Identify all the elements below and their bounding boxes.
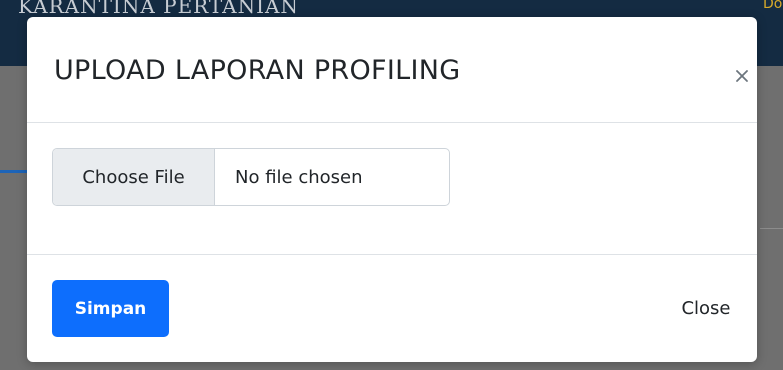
file-input[interactable]: Choose File No file chosen xyxy=(52,148,450,206)
modal-title: UPLOAD LAPORAN PROFILING xyxy=(54,55,461,86)
background-divider xyxy=(760,228,783,229)
modal-header: UPLOAD LAPORAN PROFILING xyxy=(27,17,757,123)
file-status-text: No file chosen xyxy=(235,166,363,188)
background-site-title: KARANTINA PERTANIAN xyxy=(18,0,299,18)
modal-footer: Simpan Close xyxy=(27,255,757,362)
background-download-link: Download xyxy=(763,0,783,12)
upload-modal: UPLOAD LAPORAN PROFILING Choose File No … xyxy=(27,17,757,362)
close-x-icon[interactable] xyxy=(735,68,749,82)
modal-body: Choose File No file chosen xyxy=(27,123,757,255)
choose-file-button[interactable]: Choose File xyxy=(53,149,215,205)
close-button[interactable]: Close xyxy=(661,280,751,337)
close-x-icon-svg xyxy=(736,70,748,82)
simpan-button[interactable]: Simpan xyxy=(52,280,169,337)
background-accent-line xyxy=(0,170,27,173)
